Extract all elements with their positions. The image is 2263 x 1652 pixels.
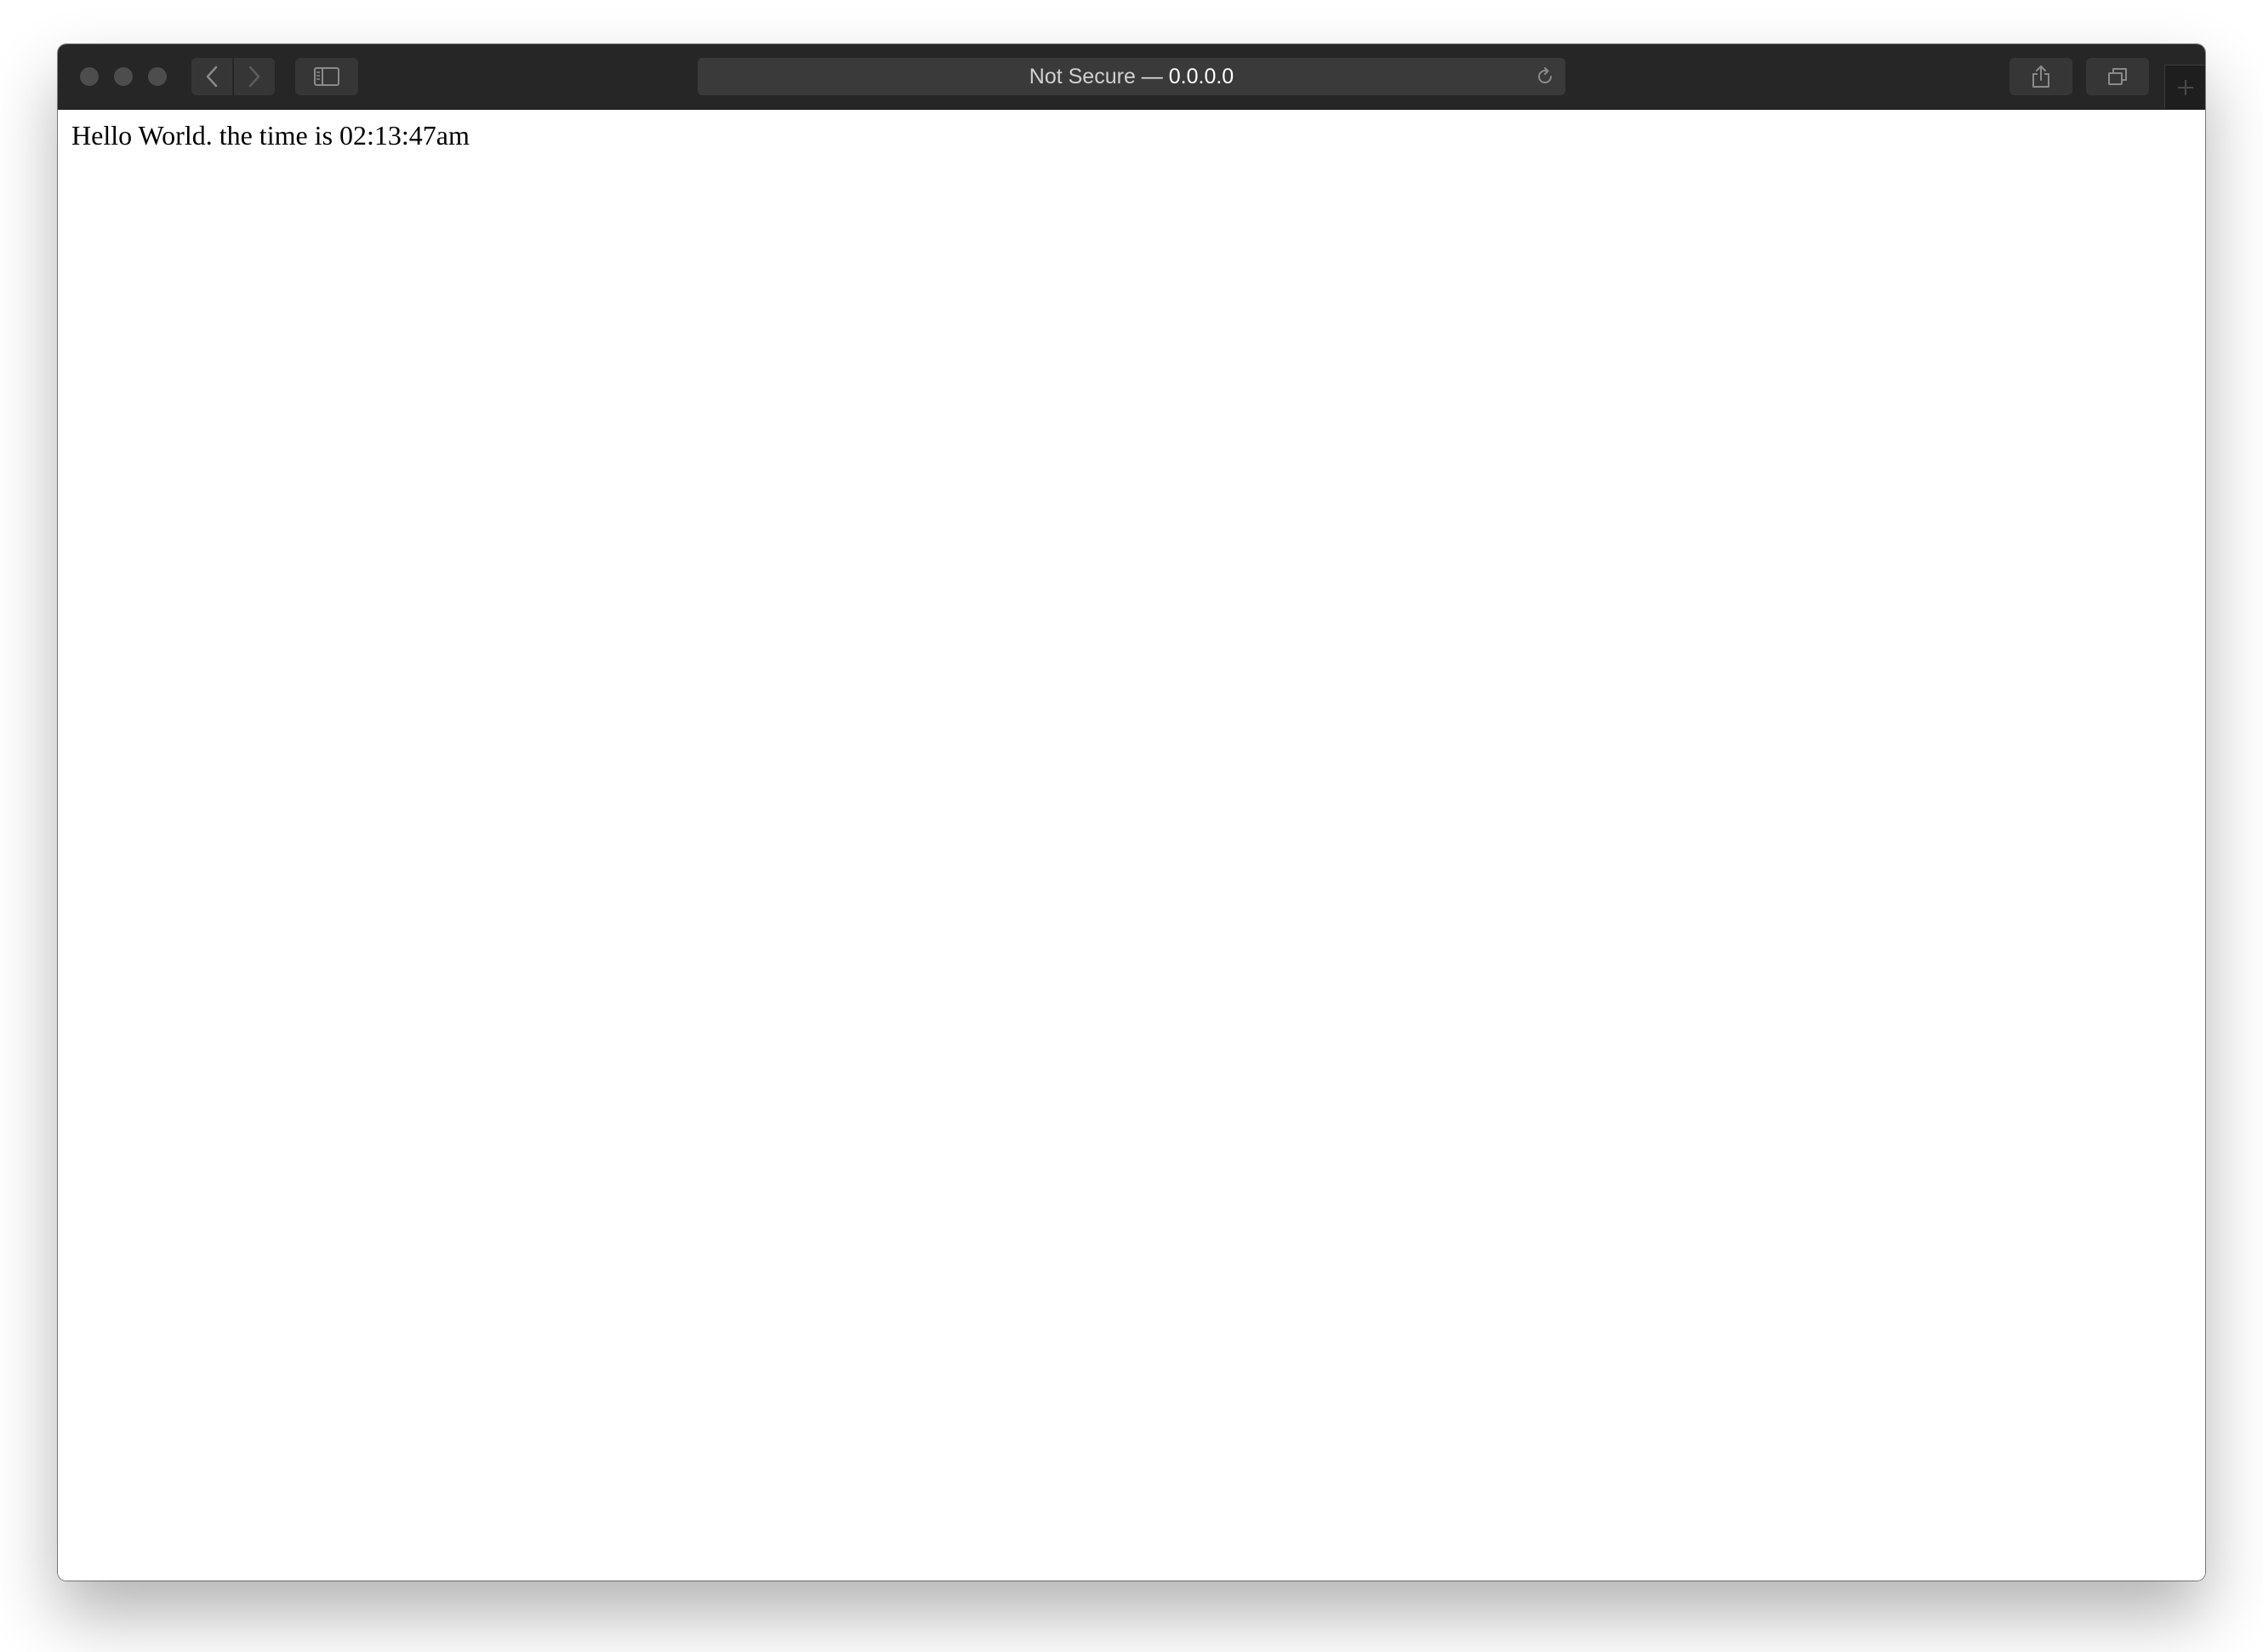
close-window-button[interactable] xyxy=(80,67,99,86)
browser-toolbar: Not Secure — 0.0.0.0 xyxy=(58,44,2205,110)
minimize-window-button[interactable] xyxy=(114,67,133,86)
address-bar[interactable]: Not Secure — 0.0.0.0 xyxy=(698,58,1565,95)
sidebar-icon xyxy=(314,67,339,86)
tab-overview-icon xyxy=(2108,68,2127,85)
browser-window: Not Secure — 0.0.0.0 Hello World. the ti… xyxy=(58,44,2205,1581)
security-label: Not Secure xyxy=(1029,65,1136,88)
page-content: Hello World. the time is 02:13:47am xyxy=(58,110,2205,1581)
chevron-right-icon xyxy=(248,66,260,88)
chevron-left-icon xyxy=(206,66,218,88)
address-text: Not Secure — 0.0.0.0 xyxy=(698,58,1565,95)
plus-icon xyxy=(2177,79,2193,95)
zoom-window-button[interactable] xyxy=(148,67,167,86)
reload-icon[interactable] xyxy=(1535,66,1555,87)
page-text: Hello World. the time is 02:13:47am xyxy=(71,120,470,151)
back-button[interactable] xyxy=(191,58,232,95)
address-host: 0.0.0.0 xyxy=(1168,65,1234,88)
new-tab-button[interactable] xyxy=(2164,65,2205,109)
forward-button[interactable] xyxy=(234,58,275,95)
sidebar-toggle-button[interactable] xyxy=(295,58,358,95)
tab-overview-button[interactable] xyxy=(2086,58,2149,95)
share-button[interactable] xyxy=(2009,58,2072,95)
share-icon xyxy=(2032,66,2049,88)
address-separator: — xyxy=(1135,65,1169,88)
